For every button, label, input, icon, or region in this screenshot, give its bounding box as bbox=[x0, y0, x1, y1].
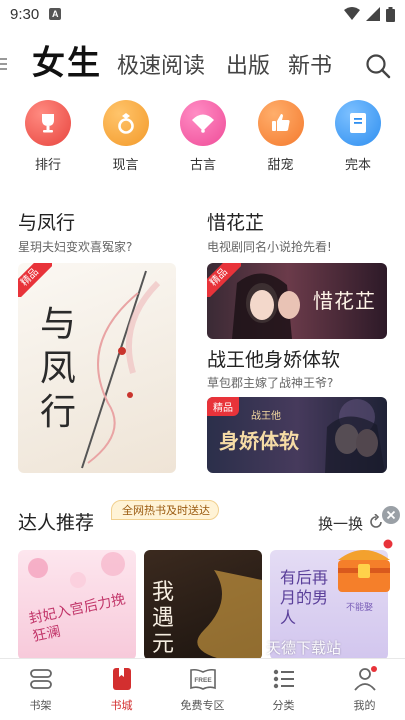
cover-title: 我遇元宝 bbox=[152, 580, 175, 660]
status-icons bbox=[344, 6, 395, 22]
cover-small-title: 战王他 bbox=[251, 411, 281, 422]
tab-new-books[interactable]: 新书 bbox=[288, 48, 332, 80]
trophy-icon bbox=[25, 100, 71, 146]
featured-cover-left[interactable]: 与凤行 精品 bbox=[18, 263, 176, 473]
bookshelf-icon bbox=[26, 665, 56, 693]
ring-icon bbox=[102, 100, 149, 146]
recommended-book-cover[interactable]: 我遇元宝 bbox=[144, 550, 262, 660]
book-icon bbox=[335, 100, 381, 146]
category-label: 排行 bbox=[34, 158, 61, 173]
category-ranking[interactable]: 排行 bbox=[18, 100, 78, 174]
fan-icon bbox=[180, 100, 226, 146]
signal-icon bbox=[366, 7, 380, 21]
nav-label: 分类 bbox=[272, 699, 295, 712]
wifi-icon bbox=[344, 7, 360, 20]
category-shortcuts: 排行 现言 古言 甜宠 完本 bbox=[18, 100, 388, 174]
menu-edge-icon[interactable] bbox=[0, 56, 8, 72]
cover-title: 惜花芷 bbox=[313, 289, 376, 313]
category-label: 现言 bbox=[112, 158, 139, 173]
svg-text:FREE: FREE bbox=[194, 677, 212, 684]
featured-book-title[interactable]: 战王他身娇体软 bbox=[207, 345, 340, 372]
nav-bookshelf[interactable]: 书架 bbox=[0, 659, 81, 720]
tab-female[interactable]: 女生 bbox=[32, 36, 102, 84]
recommended-book-cover[interactable]: 封妃入宫后力挽狂澜 bbox=[18, 550, 136, 660]
category-ancient-romance[interactable]: 古言 bbox=[173, 100, 233, 174]
featured-cover-right-top[interactable]: 惜花芷 精品 bbox=[207, 263, 387, 339]
nav-label: 书城 bbox=[110, 699, 133, 712]
featured-cover-right-bottom[interactable]: 战王他 身娇体软 精品 bbox=[207, 397, 387, 473]
notification-icon: A bbox=[49, 8, 62, 20]
nav-category[interactable]: 分类 bbox=[243, 659, 324, 720]
nav-free-zone[interactable]: FREE 免费专区 bbox=[162, 659, 243, 720]
search-icon[interactable] bbox=[364, 52, 392, 80]
nav-label: 免费专区 bbox=[180, 699, 225, 712]
premium-badge: 精品 bbox=[207, 263, 241, 297]
close-icon[interactable] bbox=[382, 506, 400, 524]
category-label: 古言 bbox=[189, 158, 216, 173]
featured-book-title[interactable]: 惜花芷 bbox=[207, 208, 264, 235]
featured-book-subtitle: 草包郡主嫁了战神王爷? bbox=[207, 376, 334, 390]
cover-subtitle: 不能娶 bbox=[346, 603, 374, 613]
featured-book-subtitle: 星玥夫妇变欢喜冤家? bbox=[18, 240, 133, 254]
category-list-icon bbox=[269, 665, 299, 693]
watermark-text: 天德下载站 bbox=[266, 639, 342, 657]
status-time: 9:30 bbox=[10, 5, 40, 23]
cover-title: 与凤行 bbox=[40, 304, 77, 433]
bookstore-icon bbox=[107, 665, 137, 693]
free-icon: FREE bbox=[188, 665, 218, 693]
nav-bookstore[interactable]: 书城 bbox=[81, 659, 162, 720]
category-sweet-romance[interactable]: 甜宠 bbox=[251, 100, 311, 174]
hot-books-tag: 全网热书及时送达 bbox=[111, 500, 219, 520]
nav-label: 书架 bbox=[29, 699, 52, 712]
section-title: 达人推荐 bbox=[18, 512, 95, 534]
refresh-button[interactable]: 换一换 bbox=[318, 513, 363, 534]
battery-icon bbox=[386, 6, 395, 22]
cover-title: 身娇体软 bbox=[219, 429, 299, 453]
tab-fast-reading[interactable]: 极速阅读 bbox=[117, 48, 205, 80]
thumbs-up-icon bbox=[257, 100, 304, 146]
featured-book-title[interactable]: 与凤行 bbox=[18, 208, 75, 235]
premium-badge: 精品 bbox=[207, 397, 239, 416]
category-label: 完本 bbox=[344, 158, 371, 173]
cover-title: 有后再月的男人 bbox=[280, 568, 329, 627]
category-modern-romance[interactable]: 现言 bbox=[96, 100, 156, 174]
nav-profile[interactable]: 我的 bbox=[324, 659, 405, 720]
featured-book-subtitle: 电视剧同名小说抢先看! bbox=[207, 240, 332, 254]
premium-badge: 精品 bbox=[18, 263, 52, 297]
treasure-chest-button[interactable] bbox=[332, 538, 396, 598]
category-label: 甜宠 bbox=[267, 158, 294, 173]
treasure-chest-icon bbox=[338, 539, 393, 592]
top-tab-bar: 女生 极速阅读 出版 新书 bbox=[0, 34, 405, 90]
nav-label: 我的 bbox=[353, 699, 376, 712]
status-bar: 9:30 A bbox=[0, 0, 405, 28]
bottom-navigation: 书架 书城 FREE 免费专区 分类 我的 bbox=[0, 658, 405, 720]
category-completed[interactable]: 完本 bbox=[328, 100, 388, 174]
profile-icon bbox=[350, 665, 380, 693]
tab-publishing[interactable]: 出版 bbox=[226, 48, 270, 80]
